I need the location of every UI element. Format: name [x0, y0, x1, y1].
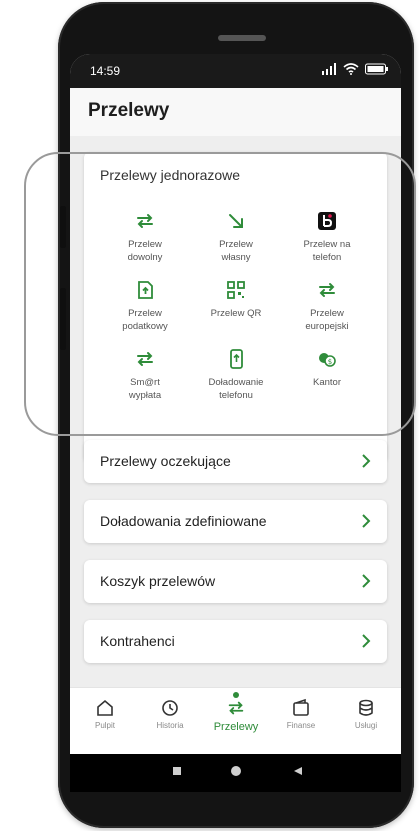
contractors-row[interactable]: Kontrahenci	[84, 620, 387, 663]
transfer-arrows-icon	[137, 214, 153, 228]
app-screen: 14:59 Przelewy Przelewy jednorazowe Prze…	[70, 54, 401, 754]
nav-label: Finanse	[286, 721, 316, 730]
nav-label: Przelewy	[213, 721, 259, 733]
volume-button	[60, 206, 66, 248]
one-time-transfers-card: Przelewy jednorazowe Przelew dowolny Prz…	[84, 152, 387, 462]
row-label: Przelewy oczekujące	[100, 453, 231, 469]
bottom-navigation: Pulpit Historia Przelewy Finanse Usługi	[70, 687, 401, 754]
transfer-any-button[interactable]: Przelew dowolny	[100, 210, 190, 264]
transfer-phone-button[interactable]: Przelew na telefon	[282, 210, 372, 264]
transfer-arrows-icon	[137, 352, 153, 366]
system-navigation-bar	[70, 754, 401, 792]
tax-document-icon	[138, 281, 153, 299]
history-icon	[162, 700, 178, 716]
card-title: Przelewy jednorazowe	[100, 167, 241, 183]
pending-transfers-row[interactable]: Przelewy oczekujące	[84, 440, 387, 483]
defined-topups-row[interactable]: Doładowania zdefiniowane	[84, 500, 387, 543]
grid-item-label: Przelew europejski	[305, 308, 349, 332]
qr-code-icon	[227, 281, 245, 299]
chevron-right-icon	[362, 514, 371, 528]
grid-item-label: Przelew QR	[210, 308, 262, 319]
page-title: Przelewy	[88, 100, 170, 121]
back-icon[interactable]	[293, 766, 303, 776]
currency-exchange-button[interactable]: $ Kantor	[282, 348, 372, 389]
grid-item-label: Przelew własny	[219, 239, 253, 263]
home-button-icon[interactable]	[230, 765, 242, 777]
row-label: Doładowania zdefiniowane	[100, 513, 267, 529]
currency-exchange-icon: $	[319, 353, 336, 367]
smart-withdrawal-button[interactable]: Sm@rt wypłata	[100, 348, 190, 402]
status-icons	[321, 63, 389, 75]
grid-item-label: Doładowanie telefonu	[208, 377, 264, 401]
chevron-right-icon	[362, 634, 371, 648]
grid-item-label: Przelew podatkowy	[122, 308, 168, 332]
status-bar: 14:59	[70, 54, 401, 88]
transfer-tax-button[interactable]: Przelew podatkowy	[100, 279, 190, 333]
transfer-european-button[interactable]: Przelew europejski	[282, 279, 372, 333]
phone-topup-button[interactable]: Doładowanie telefonu	[191, 348, 281, 402]
nav-historia[interactable]: Historia	[139, 698, 201, 730]
nav-pulpit[interactable]: Pulpit	[74, 698, 136, 730]
recent-apps-icon[interactable]	[172, 766, 182, 776]
home-icon	[97, 699, 113, 716]
transfer-arrows-icon	[228, 701, 244, 715]
power-button	[60, 288, 66, 350]
database-icon	[359, 699, 373, 716]
transfer-qr-button[interactable]: Przelew QR	[191, 279, 281, 320]
wifi-icon	[343, 63, 359, 75]
grid-item-label: Kantor	[313, 377, 341, 388]
transfer-arrows-icon	[319, 283, 335, 297]
transfer-own-button[interactable]: Przelew własny	[191, 210, 281, 264]
row-label: Kontrahenci	[100, 633, 175, 649]
chevron-right-icon	[362, 454, 371, 468]
arrow-down-right-icon	[229, 214, 243, 228]
transfer-basket-row[interactable]: Koszyk przelewów	[84, 560, 387, 603]
nav-finanse[interactable]: Finanse	[270, 698, 332, 730]
status-time: 14:59	[90, 64, 121, 78]
nav-przelewy[interactable]: Przelewy	[205, 698, 267, 733]
grid-item-label: Sm@rt wypłata	[128, 377, 162, 401]
grid-item-label: Przelew dowolny	[127, 239, 163, 263]
chevron-right-icon	[362, 574, 371, 588]
wallet-icon	[293, 698, 309, 716]
svg-text:$: $	[328, 358, 332, 366]
nav-label: Pulpit	[94, 721, 115, 730]
blik-icon	[318, 212, 336, 230]
nav-label: Usługi	[354, 721, 378, 730]
nav-label: Historia	[156, 721, 184, 730]
speaker-grille	[218, 35, 266, 41]
battery-icon	[365, 63, 388, 75]
nav-uslugi[interactable]: Usługi	[335, 698, 397, 730]
phone-topup-icon	[230, 349, 243, 369]
app-header: Przelewy	[70, 88, 401, 136]
grid-item-label: Przelew na telefon	[303, 239, 351, 263]
signal-icon	[322, 63, 336, 75]
row-label: Koszyk przelewów	[100, 573, 216, 589]
